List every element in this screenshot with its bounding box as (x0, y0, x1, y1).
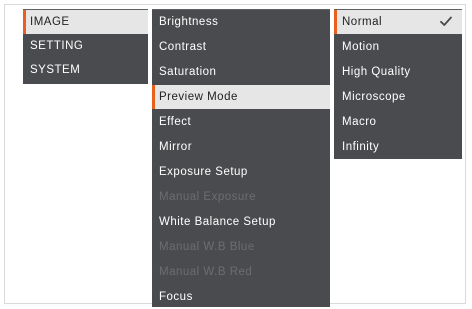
submenu-item-manual-exposure: Manual Exposure (152, 185, 330, 209)
option-item-microscope[interactable]: Microscope (334, 85, 462, 109)
submenu-item-manual-wb-red: Manual W.B Red (152, 260, 330, 284)
submenu-item-label: Preview Mode (159, 91, 238, 103)
submenu-item-label: Manual W.B Blue (159, 241, 255, 253)
submenu-item-brightness[interactable]: Brightness (152, 10, 330, 34)
submenu-item-focus[interactable]: Focus (152, 285, 330, 309)
submenu-item-contrast[interactable]: Contrast (152, 35, 330, 59)
option-item-label: High Quality (342, 66, 411, 78)
main-menu-item-label: SYSTEM (30, 64, 81, 76)
submenu-item-label: Contrast (159, 41, 207, 53)
checkmark-icon (440, 10, 454, 34)
submenu-item-label: Exposure Setup (159, 166, 248, 178)
main-menu: IMAGE SETTING SYSTEM (23, 9, 148, 84)
option-item-label: Microscope (342, 91, 406, 103)
submenu-item-label: White Balance Setup (159, 216, 276, 228)
option-item-normal[interactable]: Normal (334, 10, 462, 34)
submenu-item-label: Focus (159, 291, 193, 303)
submenu-item-white-balance-setup[interactable]: White Balance Setup (152, 210, 330, 234)
submenu-item-label: Manual Exposure (159, 191, 256, 203)
submenu-item-label: Mirror (159, 141, 193, 153)
option-item-motion[interactable]: Motion (334, 35, 462, 59)
option-item-label: Infinity (342, 141, 380, 153)
submenu-item-label: Saturation (159, 66, 217, 78)
preview-mode-submenu: Normal Motion High Quality Microscope Ma… (334, 9, 462, 159)
option-item-label: Normal (342, 16, 383, 28)
option-item-high-quality[interactable]: High Quality (334, 60, 462, 84)
submenu-item-effect[interactable]: Effect (152, 110, 330, 134)
submenu-item-label: Brightness (159, 16, 219, 28)
submenu-item-exposure-setup[interactable]: Exposure Setup (152, 160, 330, 184)
option-item-label: Macro (342, 116, 377, 128)
option-item-macro[interactable]: Macro (334, 110, 462, 134)
main-menu-item-setting[interactable]: SETTING (23, 34, 148, 58)
option-item-infinity[interactable]: Infinity (334, 135, 462, 159)
submenu-item-manual-wb-blue: Manual W.B Blue (152, 235, 330, 259)
main-menu-item-image[interactable]: IMAGE (23, 10, 148, 34)
main-menu-item-label: IMAGE (30, 16, 70, 28)
main-menu-item-system[interactable]: SYSTEM (23, 58, 148, 82)
option-item-label: Motion (342, 41, 380, 53)
submenu-item-saturation[interactable]: Saturation (152, 60, 330, 84)
main-menu-item-label: SETTING (30, 40, 84, 52)
submenu-item-label: Manual W.B Red (159, 266, 253, 278)
submenu-item-preview-mode[interactable]: Preview Mode (152, 85, 330, 109)
submenu-item-mirror[interactable]: Mirror (152, 135, 330, 159)
image-submenu: Brightness Contrast Saturation Preview M… (152, 9, 330, 307)
submenu-item-label: Effect (159, 116, 192, 128)
